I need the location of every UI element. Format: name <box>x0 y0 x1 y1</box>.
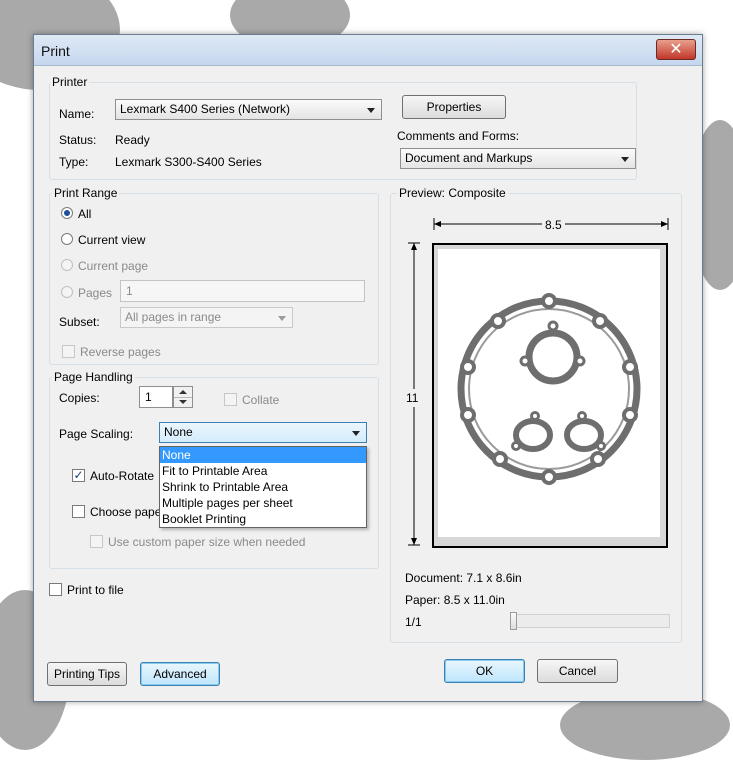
comments-forms-select[interactable]: Document and Markups <box>400 148 636 169</box>
print-dialog: Print ✕ Printer Name: Lexmark S400 Serie… <box>33 34 703 702</box>
choose-paper-checkbox[interactable] <box>72 505 85 518</box>
reverse-pages-label: Reverse pages <box>80 345 161 359</box>
ok-label: OK <box>475 664 494 678</box>
page-scaling-label: Page Scaling: <box>59 427 134 441</box>
comments-forms-value: Document and Markups <box>405 151 533 165</box>
all-radio-label: All <box>78 207 92 221</box>
status-value: Ready <box>115 133 150 147</box>
current-view-label: Current view <box>78 233 146 247</box>
preview-content <box>438 249 660 537</box>
print-to-file-label: Print to file <box>67 583 124 597</box>
advanced-button[interactable]: Advanced <box>140 662 220 686</box>
all-radio[interactable] <box>61 207 73 219</box>
properties-button[interactable]: Properties <box>402 95 506 119</box>
preview-label: Preview: Composite <box>397 186 508 200</box>
page-scaling-select[interactable]: None <box>159 422 367 443</box>
page-scaling-dropdown: None Fit to Printable Area Shrink to Pri… <box>159 446 367 528</box>
pages-input[interactable]: 1 <box>120 280 365 302</box>
dialog-title: Print <box>41 43 70 59</box>
copies-spinner[interactable] <box>173 386 193 408</box>
chevron-down-icon <box>352 431 360 436</box>
preview-height-label: 11 <box>406 389 419 407</box>
auto-rotate-checkbox[interactable]: ✓ <box>72 469 85 482</box>
pages-label: Pages <box>78 286 113 300</box>
chevron-down-icon <box>621 157 629 162</box>
type-label: Type: <box>59 155 89 169</box>
spinner-up-icon[interactable] <box>174 387 192 398</box>
copies-label: Copies: <box>59 391 100 405</box>
custom-paper-checkbox[interactable] <box>90 535 103 548</box>
preview-page-slider[interactable] <box>510 614 670 628</box>
subset-select[interactable]: All pages in range <box>120 307 293 328</box>
auto-rotate-label: Auto-Rotate <box>90 469 155 483</box>
document-size-label: Document: 7.1 x 8.6in <box>405 571 522 585</box>
print-to-file-checkbox[interactable] <box>49 583 62 596</box>
properties-button-label: Properties <box>426 100 482 114</box>
scaling-option-multiple[interactable]: Multiple pages per sheet <box>160 495 366 511</box>
cancel-button[interactable]: Cancel <box>537 659 618 683</box>
preview-page <box>432 243 668 548</box>
spinner-down-icon[interactable] <box>174 398 192 408</box>
printer-name-select[interactable]: Lexmark S400 Series (Network) <box>115 99 382 120</box>
print-range-group <box>49 193 379 365</box>
copies-input[interactable]: 1 <box>139 386 173 408</box>
page-scaling-value: None <box>164 425 193 439</box>
name-label: Name: <box>59 107 95 121</box>
scaling-option-booklet[interactable]: Booklet Printing <box>160 511 366 527</box>
scaling-option-shrink[interactable]: Shrink to Printable Area <box>160 479 366 495</box>
collate-label: Collate <box>242 393 280 407</box>
printing-tips-button[interactable]: Printing Tips <box>47 662 127 686</box>
comments-forms-label: Comments and Forms: <box>397 129 520 143</box>
page-handling-label: Page Handling <box>52 370 135 384</box>
choose-paper-label: Choose paper <box>90 505 166 519</box>
subset-label: Subset: <box>59 315 100 329</box>
collate-checkbox[interactable] <box>224 393 237 406</box>
reverse-pages-checkbox[interactable] <box>62 345 75 358</box>
close-button[interactable]: ✕ <box>656 39 696 60</box>
page-counter: 1/1 <box>405 615 422 629</box>
ok-button[interactable]: OK <box>444 659 525 683</box>
printer-group-label: Printer <box>50 75 90 89</box>
pages-radio[interactable] <box>61 286 73 298</box>
preview-slider-thumb[interactable] <box>510 612 517 630</box>
type-value: Lexmark S300-S400 Series <box>115 155 262 169</box>
chevron-down-icon <box>367 108 375 113</box>
print-range-label: Print Range <box>52 186 120 200</box>
chevron-down-icon <box>278 316 286 321</box>
advanced-label: Advanced <box>153 667 207 681</box>
paper-size-label: Paper: 8.5 x 11.0in <box>405 593 505 607</box>
title-bar: Print ✕ <box>34 35 702 66</box>
current-page-label: Current page <box>78 259 149 273</box>
scaling-option-fit[interactable]: Fit to Printable Area <box>160 463 366 479</box>
current-view-radio[interactable] <box>61 233 73 245</box>
cancel-label: Cancel <box>558 664 597 678</box>
custom-paper-label: Use custom paper size when needed <box>108 535 306 549</box>
preview-width-label: 8.5 <box>542 218 565 232</box>
printer-name-value: Lexmark S400 Series (Network) <box>120 102 291 116</box>
close-icon: ✕ <box>669 41 683 58</box>
printing-tips-label: Printing Tips <box>53 667 121 681</box>
current-page-radio[interactable] <box>61 259 73 271</box>
gasket-drawing <box>457 293 641 485</box>
status-label: Status: <box>59 133 97 147</box>
scaling-option-none[interactable]: None <box>160 447 366 463</box>
subset-value: All pages in range <box>125 310 222 324</box>
